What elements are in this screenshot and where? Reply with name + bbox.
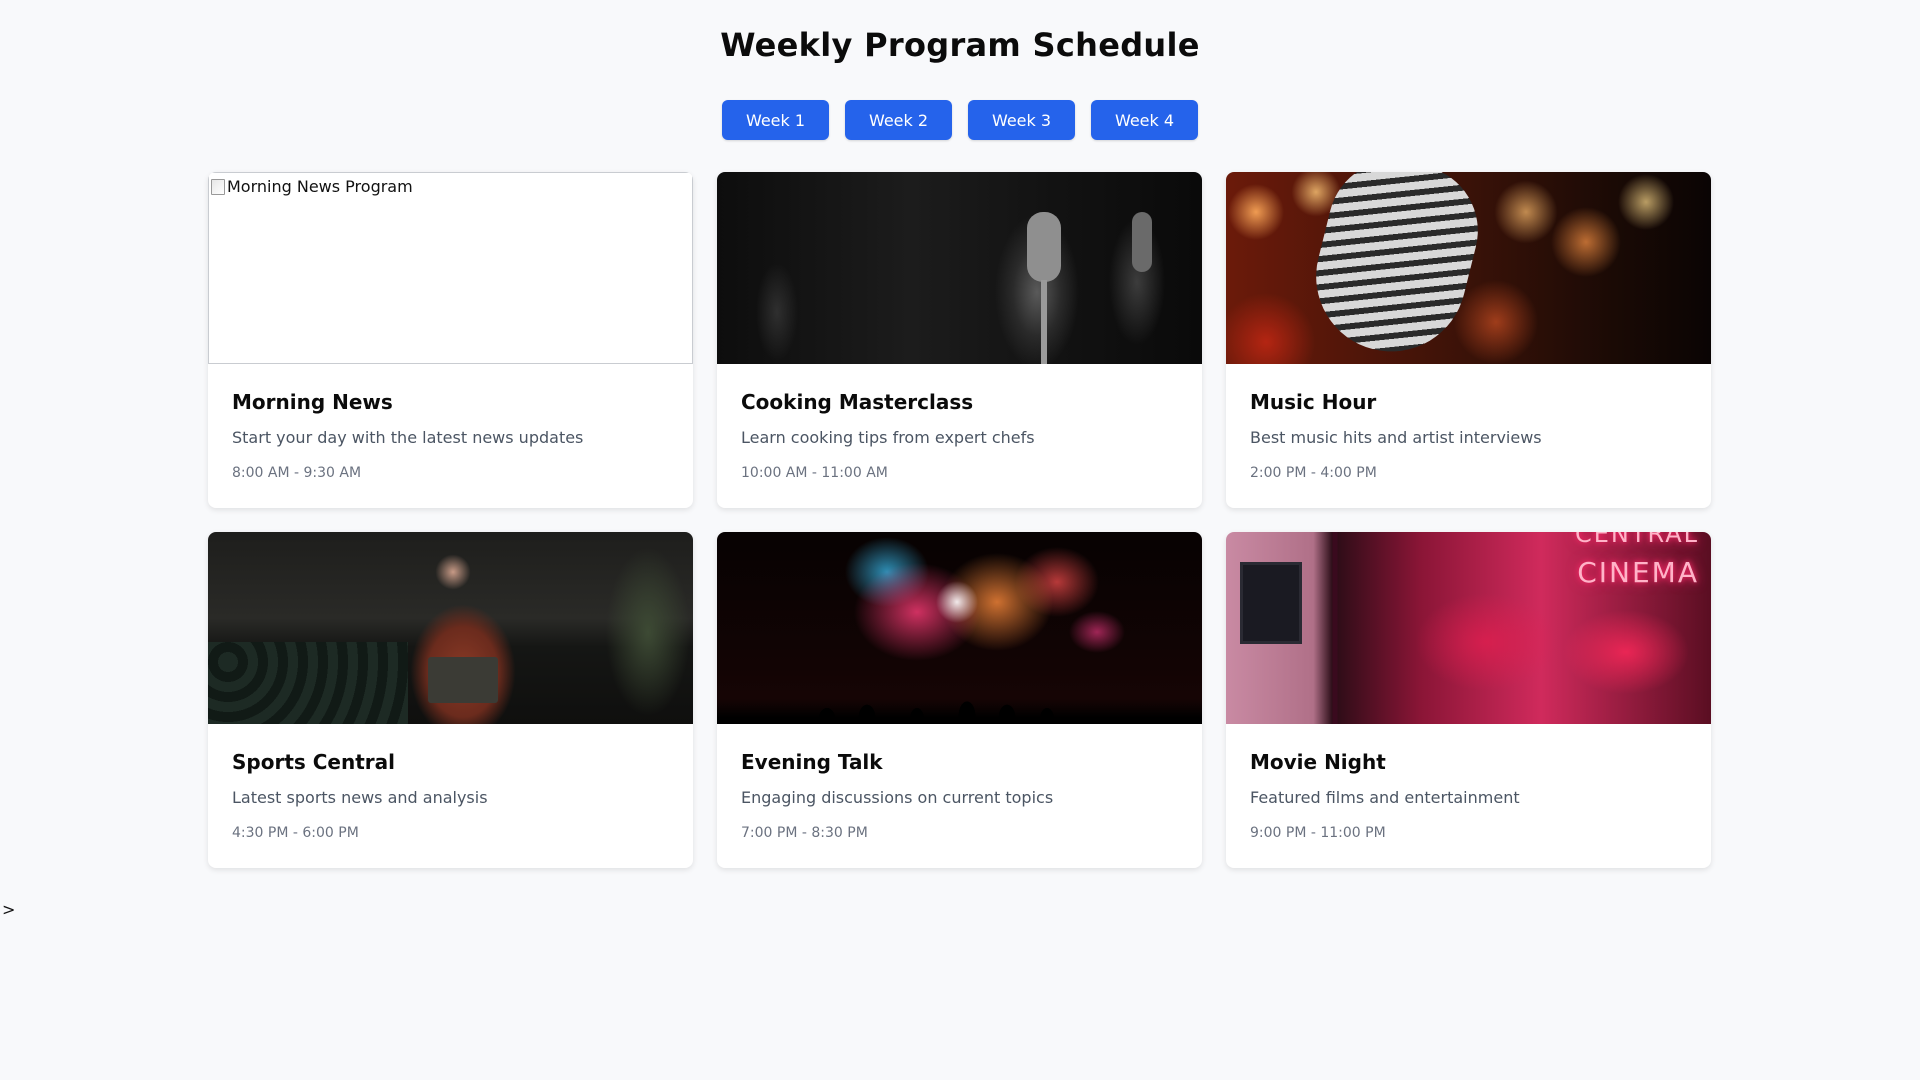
program-time: 10:00 AM - 11:00 AM xyxy=(741,465,888,481)
mic-stand-shape xyxy=(1041,280,1047,364)
program-description: Learn cooking tips from expert chefs xyxy=(741,428,1035,447)
program-card-morning-news[interactable]: Morning News Program Morning News Start … xyxy=(208,172,693,508)
image-alt-text: Morning News Program xyxy=(227,177,413,196)
week-2-button[interactable]: Week 2 xyxy=(845,100,952,140)
program-card-evening-talk[interactable]: Evening Talk Engaging discussions on cur… xyxy=(717,532,1202,868)
microphone-shape xyxy=(1132,212,1152,272)
program-time: 8:00 AM - 9:30 AM xyxy=(232,465,362,481)
crowd-silhouette xyxy=(717,698,1202,724)
card-body: Movie Night Featured films and entertain… xyxy=(1226,724,1711,841)
broken-image-alt: Morning News Program xyxy=(211,177,413,196)
week-1-button[interactable]: Week 1 xyxy=(722,100,829,140)
week-tabs: Week 1 Week 2 Week 3 Week 4 xyxy=(0,100,1920,140)
program-grid: Morning News Program Morning News Start … xyxy=(208,172,1712,868)
program-title: Music Hour xyxy=(1250,390,1377,414)
card-body: Evening Talk Engaging discussions on cur… xyxy=(717,724,1202,841)
program-description: Start your day with the latest news upda… xyxy=(232,428,584,447)
program-title: Evening Talk xyxy=(741,750,883,774)
card-body: Cooking Masterclass Learn cooking tips f… xyxy=(717,364,1202,481)
program-image-microphone xyxy=(1226,172,1711,364)
program-card-movie-night[interactable]: CENTRAL CINEMA Movie Night Featured film… xyxy=(1226,532,1711,868)
program-description: Latest sports news and analysis xyxy=(232,788,488,807)
card-body: Sports Central Latest sports news and an… xyxy=(208,724,693,841)
program-image-microphones xyxy=(717,172,1202,364)
program-image-cinema: CENTRAL CINEMA xyxy=(1226,532,1711,724)
cinema-sign: CINEMA xyxy=(1577,556,1699,589)
page: Weekly Program Schedule Week 1 Week 2 We… xyxy=(0,0,1920,1080)
program-image-broken: Morning News Program xyxy=(208,172,693,364)
page-title: Weekly Program Schedule xyxy=(720,26,1200,64)
card-body: Music Hour Best music hits and artist in… xyxy=(1226,364,1711,481)
week-4-button[interactable]: Week 4 xyxy=(1091,100,1198,140)
microphone-shape xyxy=(1027,212,1061,282)
program-title: Sports Central xyxy=(232,750,396,774)
stray-text: > xyxy=(2,900,16,919)
program-time: 7:00 PM - 8:30 PM xyxy=(741,825,868,841)
program-card-sports-central[interactable]: Sports Central Latest sports news and an… xyxy=(208,532,693,868)
program-description: Engaging discussions on current topics xyxy=(741,788,1054,807)
program-title: Morning News xyxy=(232,390,393,414)
cinema-sign-top: CENTRAL xyxy=(1574,532,1699,548)
broken-image-icon xyxy=(211,178,225,195)
program-image-fireworks xyxy=(717,532,1202,724)
program-time: 2:00 PM - 4:00 PM xyxy=(1250,465,1377,481)
program-card-music-hour[interactable]: Music Hour Best music hits and artist in… xyxy=(1226,172,1711,508)
program-description: Featured films and entertainment xyxy=(1250,788,1520,807)
program-time: 4:30 PM - 6:00 PM xyxy=(232,825,359,841)
program-time: 9:00 PM - 11:00 PM xyxy=(1250,825,1386,841)
poster-frame-shape xyxy=(1240,562,1302,644)
week-3-button[interactable]: Week 3 xyxy=(968,100,1075,140)
program-image-person-laptop xyxy=(208,532,693,724)
program-title: Cooking Masterclass xyxy=(741,390,974,414)
sofa-shape xyxy=(208,642,408,724)
program-card-cooking-masterclass[interactable]: Cooking Masterclass Learn cooking tips f… xyxy=(717,172,1202,508)
program-title: Movie Night xyxy=(1250,750,1386,774)
laptop-shape xyxy=(428,657,498,703)
program-description: Best music hits and artist interviews xyxy=(1250,428,1542,447)
microphone-shape xyxy=(1300,172,1492,364)
card-body: Morning News Start your day with the lat… xyxy=(208,364,693,481)
